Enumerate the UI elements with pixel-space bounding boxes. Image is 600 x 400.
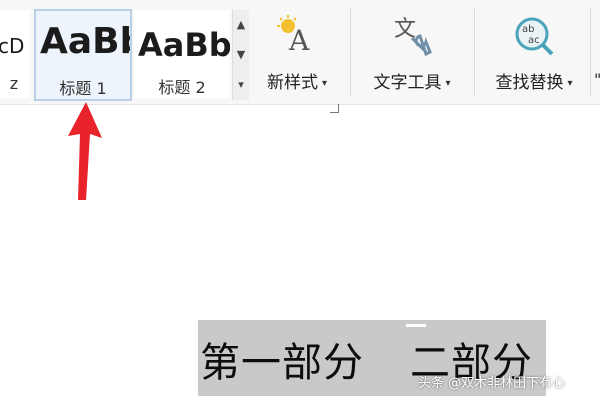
gallery-scrollbar[interactable]: ▲ ▼ ▾ [232, 10, 249, 100]
svg-text:ab: ab [522, 24, 534, 35]
style-preview: cD [0, 34, 25, 58]
find-replace-icon: ab ac [515, 17, 554, 56]
ribbon-edge-item: " [594, 70, 600, 89]
divider [590, 8, 591, 96]
scroll-up-icon[interactable]: ▲ [233, 10, 249, 40]
style-caption: 标题 2 [158, 78, 206, 97]
find-replace-button[interactable]: ab ac 查找替换 ▾ [484, 4, 584, 100]
new-style-icon: A [277, 15, 310, 54]
heading-line-1: 第一部分 [200, 340, 364, 386]
chevron-down-icon: ▾ [321, 77, 328, 89]
red-arrow-annotation [68, 102, 102, 200]
divider [350, 8, 351, 96]
style-preview: AaBb( [138, 26, 230, 64]
ribbon-toolbar: cD z AaBb 标题 1 AaBb( 标题 2 ▲ ▼ ▾ A 新样式▾ [0, 0, 600, 113]
text-tools-button[interactable]: 文 文字工具 ▾ [360, 4, 464, 100]
watermark: 头条 @双木非林田下有心 [418, 376, 566, 391]
style-gallery: cD z AaBb 标题 1 AaBb( 标题 2 ▲ ▼ ▾ [0, 4, 250, 101]
text-tools-label: 文字工具 [373, 73, 442, 93]
scroll-down-icon[interactable]: ▼ [233, 40, 249, 70]
dialog-launcher-icon[interactable] [330, 104, 339, 113]
style-caption: z [9, 74, 19, 93]
new-style-button[interactable]: A 新样式 ▾ [256, 4, 338, 100]
chevron-down-icon: ▾ [567, 77, 573, 89]
new-style-label: 新样式 [266, 73, 318, 93]
text-cursor [406, 324, 426, 327]
svg-text:A: A [288, 24, 310, 54]
style-card-previous[interactable]: cD z [0, 10, 30, 98]
chevron-down-icon: ▾ [445, 77, 451, 89]
gallery-more-icon[interactable]: ▾ [233, 70, 249, 100]
style-card-heading-1[interactable]: AaBb 标题 1 [34, 9, 132, 101]
style-card-heading-2[interactable]: AaBb( 标题 2 [134, 10, 230, 98]
style-preview: AaBb [40, 21, 130, 62]
text-tools-icon: 文 [394, 17, 432, 57]
find-replace-label: 查找替换 [495, 73, 564, 93]
divider [474, 8, 475, 96]
svg-text:ac: ac [528, 35, 540, 46]
